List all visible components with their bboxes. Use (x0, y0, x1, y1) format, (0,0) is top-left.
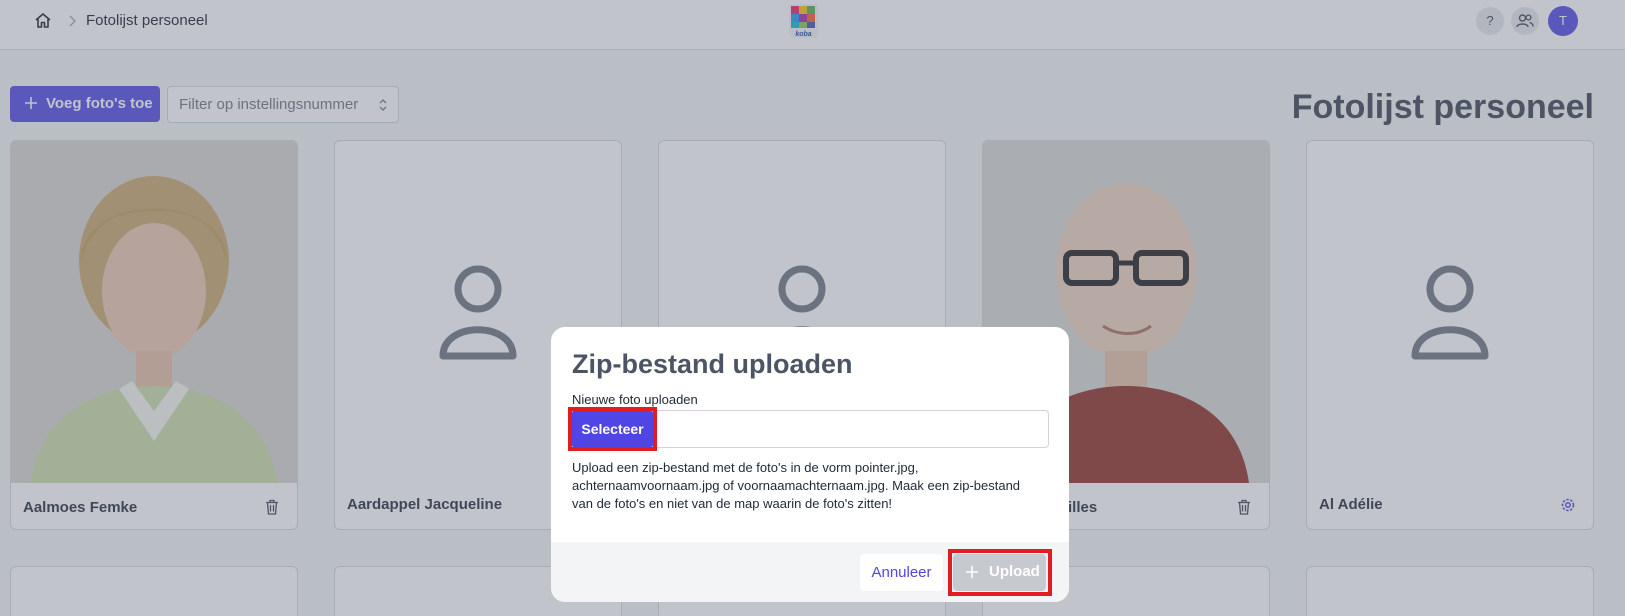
highlight-box (568, 407, 657, 451)
dialog-title: Zip-bestand uploaden (572, 349, 853, 379)
cancel-button[interactable]: Annuleer (860, 554, 943, 591)
highlight-box (948, 549, 1052, 596)
zip-upload-dialog: Zip-bestand uploaden Nieuwe foto uploade… (551, 327, 1069, 602)
field-label: Nieuwe foto uploaden (572, 392, 698, 407)
upload-help-text: Upload een zip-bestand met de foto's in … (572, 460, 1021, 511)
